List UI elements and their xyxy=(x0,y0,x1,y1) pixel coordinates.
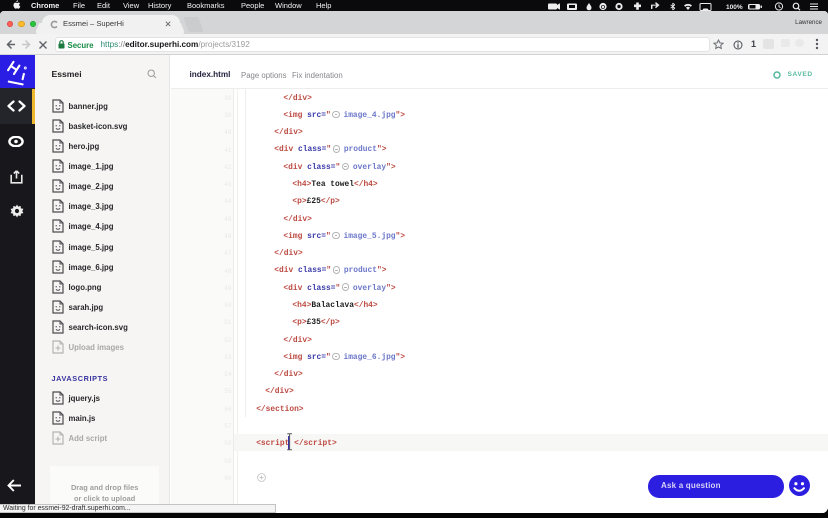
svg-text:100%: 100% xyxy=(726,4,743,11)
svg-text:O: O xyxy=(601,4,606,10)
